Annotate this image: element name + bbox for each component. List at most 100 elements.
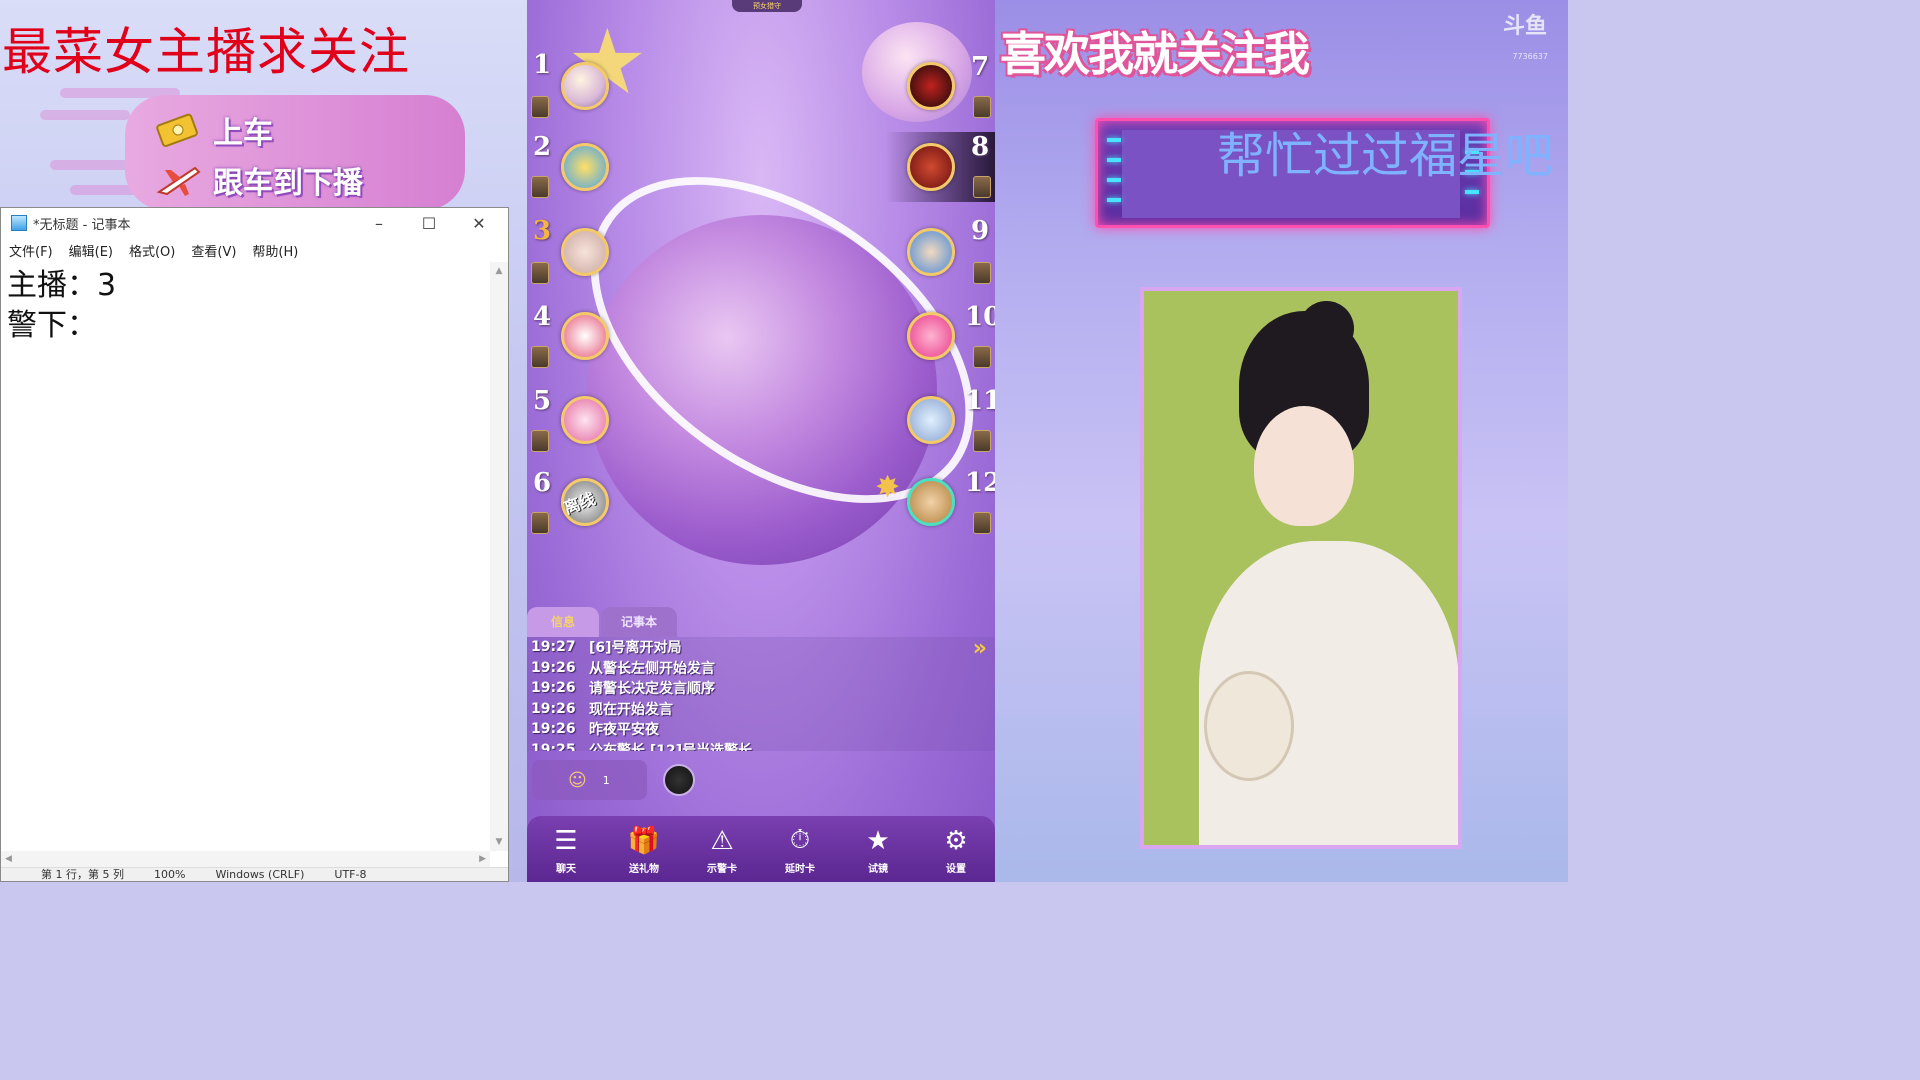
log-row: 19:26 从警长左侧开始发言 <box>527 658 995 679</box>
scroll-up-icon[interactable]: ▲ <box>490 262 508 280</box>
notepad-line: 主播：3 <box>7 268 117 303</box>
decor-streak <box>40 110 130 120</box>
status-line-ending: Windows (CRLF) <box>215 868 305 881</box>
log-text: 现在开始发言 <box>589 701 673 718</box>
log-time: 19:26 <box>531 680 576 697</box>
seat-badge-icon <box>973 96 991 118</box>
nav-alarm-card-button[interactable]: ⚠ 示警卡 <box>694 824 750 875</box>
avatar <box>907 478 955 526</box>
star-icon: ★ <box>866 825 890 856</box>
follow-option-stay: 跟车到下播 <box>155 158 363 202</box>
neon-dash <box>1107 158 1121 162</box>
seat-number: 7 <box>970 52 990 82</box>
avatar <box>561 62 609 110</box>
tab-info[interactable]: 信息 <box>527 607 599 637</box>
minimize-button[interactable]: – <box>354 208 404 238</box>
notepad-line: 警下： <box>7 308 97 343</box>
notepad-title: *无标题 - 记事本 <box>33 217 131 233</box>
log-time: 19:26 <box>531 721 576 738</box>
werewolf-game-panel: 预女猎守 ★ 1 2 3 4 5 6 离线 7 8 9 10 11 12 ✸ 信… <box>527 0 995 882</box>
scroll-right-icon[interactable]: ▶ <box>479 854 486 864</box>
notepad-app-icon <box>11 215 27 231</box>
log-time: 19:25 <box>531 741 576 751</box>
nav-chat-button[interactable]: ☰ 聊天 <box>538 824 594 875</box>
avatar <box>561 228 609 276</box>
seat-badge-icon <box>531 346 549 368</box>
avatar <box>907 312 955 360</box>
scroll-down-icon[interactable]: ▼ <box>490 833 508 851</box>
stream-title: 最菜女主播求关注 <box>2 23 410 81</box>
log-text: [6]号离开对局 <box>589 640 682 657</box>
log-row: 19:27 [6]号离开对局 <box>527 637 995 658</box>
neon-dash <box>1465 190 1479 194</box>
airplane-icon <box>155 162 201 198</box>
nav-label: 试镜 <box>868 863 888 875</box>
nav-label: 延时卡 <box>785 863 815 875</box>
log-time: 19:26 <box>531 659 576 676</box>
log-time: 19:27 <box>531 639 576 656</box>
seat-number: 6 <box>532 468 552 498</box>
nav-gift-button[interactable]: 🎁 送礼物 <box>616 824 672 875</box>
seat-number: 3 <box>532 216 552 246</box>
spectator-avatar[interactable] <box>663 764 695 796</box>
status-zoom: 100% <box>153 868 186 881</box>
nav-label: 示警卡 <box>707 863 737 875</box>
stream-right-panel: 喜欢我就关注我 斗鱼 7736637 帮忙过过福星吧 <box>995 0 1568 882</box>
log-tabs: 信息 记事本 <box>527 607 677 637</box>
status-position: 第 1 行，第 5 列 <box>41 868 124 881</box>
follow-option-board: 上车 <box>155 108 273 152</box>
seat-badge-icon <box>973 346 991 368</box>
expand-log-icon[interactable]: » <box>973 636 987 661</box>
follow-option-label: 上车 <box>213 116 273 151</box>
menu-file[interactable]: 文件(F) <box>9 241 53 260</box>
nav-label: 送礼物 <box>629 863 659 875</box>
scroll-left-icon[interactable]: ◀ <box>5 854 12 864</box>
menu-edit[interactable]: 编辑(E) <box>69 241 113 260</box>
log-row: 19:26 请警长决定发言顺序 <box>527 678 995 699</box>
game-mode-banner: 预女猎守 <box>732 0 802 12</box>
horizontal-scrollbar[interactable]: ◀ ▶ <box>1 851 490 867</box>
follow-option-label: 跟车到下播 <box>213 166 363 201</box>
nav-audition-button[interactable]: ★ 试镜 <box>850 824 906 875</box>
follow-banner: 喜欢我就关注我 <box>1000 27 1310 81</box>
close-button[interactable]: ✕ <box>454 208 504 238</box>
seat-number: 10 <box>965 302 995 332</box>
seat-badge-icon <box>531 176 549 198</box>
seat-badge-icon <box>973 512 991 534</box>
seat-badge-icon <box>973 262 991 284</box>
vertical-scrollbar[interactable]: ▲ ▼ <box>490 262 508 851</box>
notepad-titlebar[interactable]: *无标题 - 记事本 – ☐ ✕ <box>1 208 508 238</box>
avatar <box>907 143 955 191</box>
game-bottom-bar: ☰ 聊天 🎁 送礼物 ⚠ 示警卡 ⏱ 延时卡 ★ 试镜 ⚙ 设置 <box>527 816 995 882</box>
avatar <box>907 396 955 444</box>
person-icon: ☺ <box>568 769 587 791</box>
spectator-count[interactable]: ☺ 1 <box>532 760 647 800</box>
gift-icon: 🎁 <box>627 825 661 856</box>
avatar <box>907 62 955 110</box>
tab-notebook[interactable]: 记事本 <box>601 607 677 637</box>
neon-dash <box>1107 138 1121 142</box>
log-text: 从警长左侧开始发言 <box>589 660 715 677</box>
log-row: 19:26 现在开始发言 <box>527 699 995 720</box>
menu-format[interactable]: 格式(O) <box>129 241 175 260</box>
nav-label: 设置 <box>946 863 966 875</box>
seat-number: 5 <box>532 386 552 416</box>
notepad-window[interactable]: *无标题 - 记事本 – ☐ ✕ 文件(F) 编辑(E) 格式(O) 查看(V)… <box>0 207 509 882</box>
seat-number: 4 <box>532 302 552 332</box>
seat-badge-icon <box>973 176 991 198</box>
maximize-button[interactable]: ☐ <box>404 208 454 238</box>
nav-timer-card-button[interactable]: ⏱ 延时卡 <box>772 824 828 875</box>
game-log: 19:27 [6]号离开对局 19:26 从警长左侧开始发言 19:26 请警长决定发… <box>527 637 995 751</box>
seat-number: 2 <box>532 132 552 162</box>
log-text: 昨夜平安夜 <box>589 722 659 739</box>
nav-settings-button[interactable]: ⚙ 设置 <box>928 824 984 875</box>
avatar <box>907 228 955 276</box>
log-text: 公布警长 [12]号当选警长 <box>589 742 753 751</box>
neon-message: 帮忙过过福星吧 <box>1217 128 1554 184</box>
seat-badge-icon <box>531 430 549 452</box>
cam-person-bun <box>1299 301 1354 356</box>
notepad-text-area[interactable]: 主播：3 警下： <box>1 262 490 851</box>
log-time: 19:26 <box>531 700 576 717</box>
menu-view[interactable]: 查看(V) <box>191 241 236 260</box>
menu-help[interactable]: 帮助(H) <box>252 241 298 260</box>
